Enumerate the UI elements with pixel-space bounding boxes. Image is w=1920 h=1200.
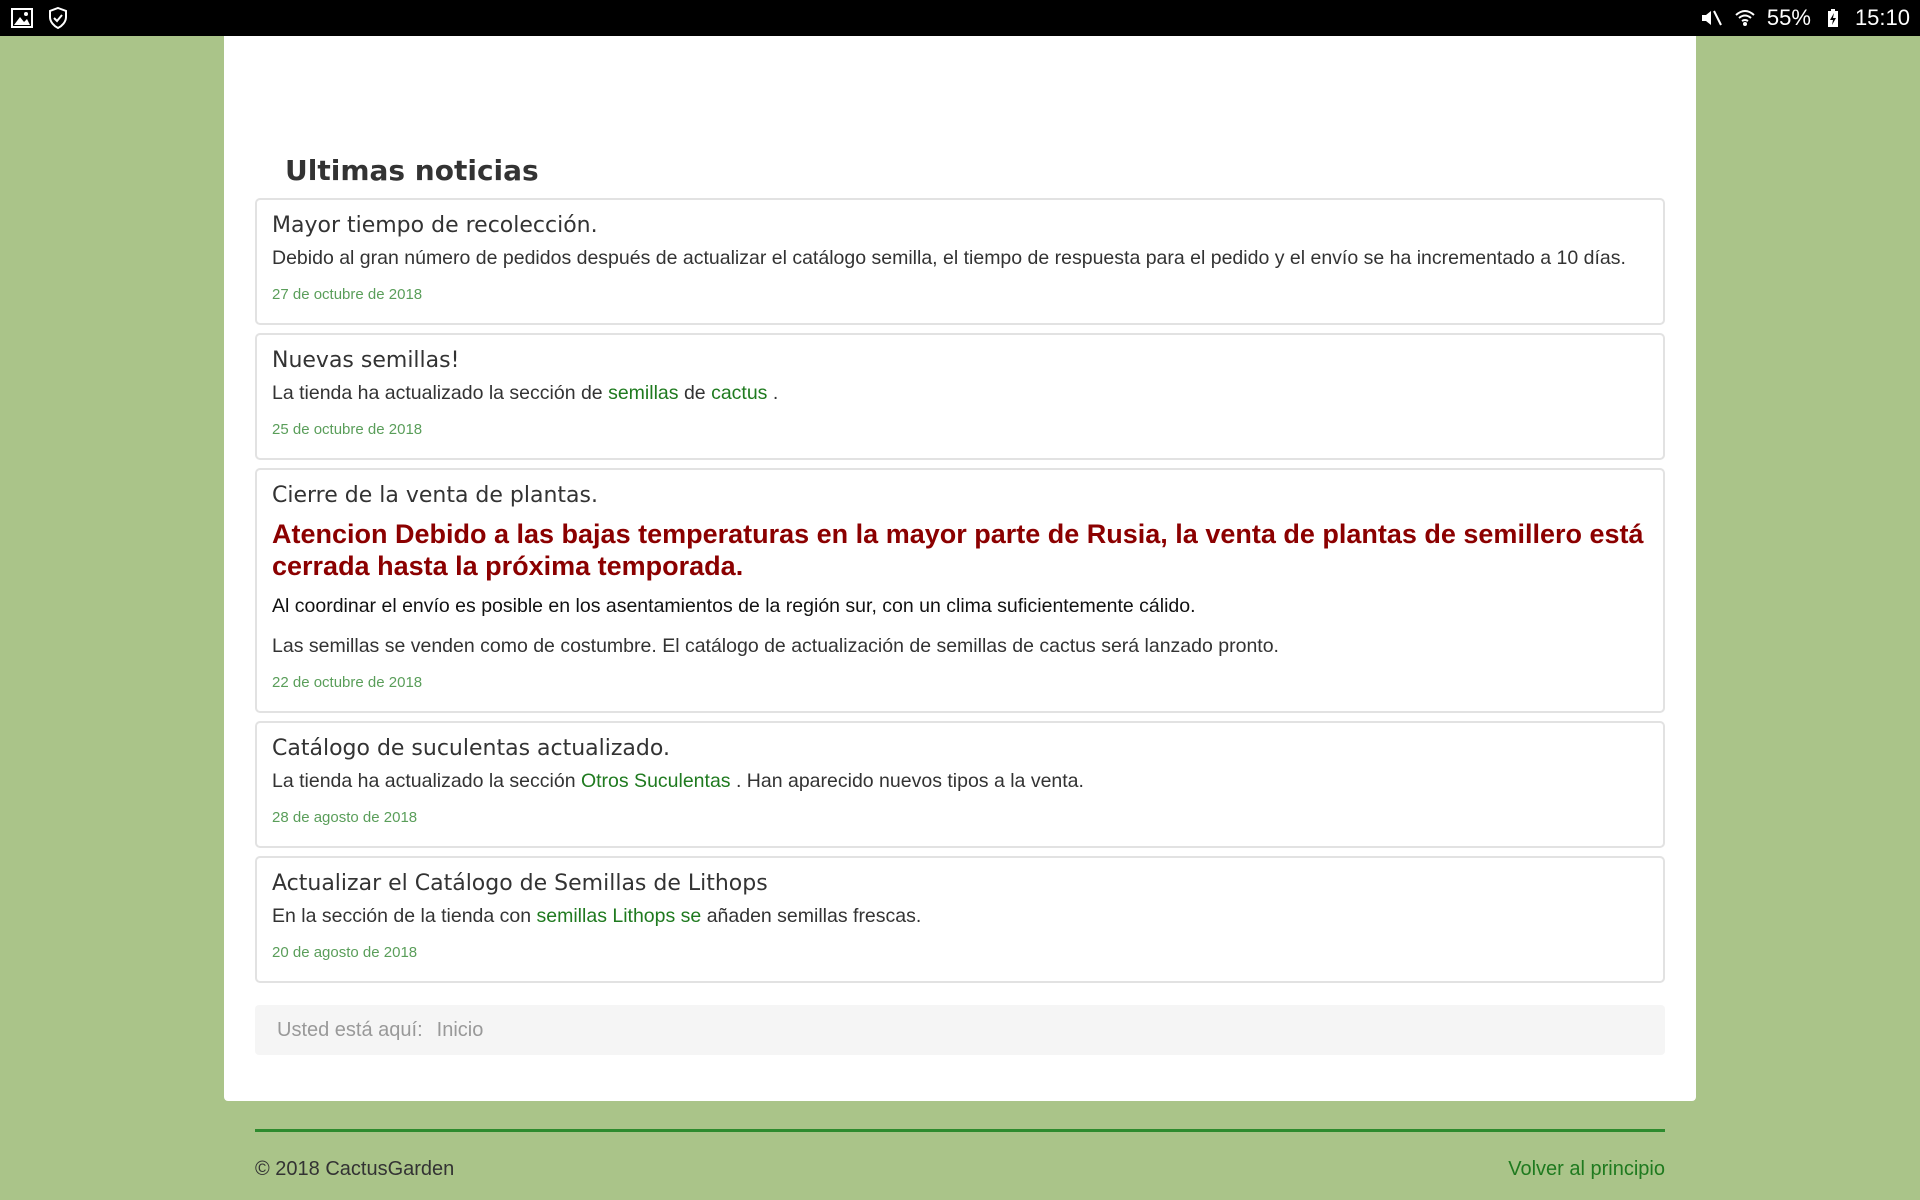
mute-icon — [1699, 6, 1723, 30]
news-text: . Han aparecido nuevos tipos a la venta. — [735, 770, 1084, 792]
news-date: 28 de agosto de 2018 — [272, 809, 418, 826]
battery-charging-icon — [1821, 6, 1845, 30]
news-title: Actualizar el Catálogo de Semillas de Li… — [272, 871, 768, 896]
news-date: 27 de octubre de 2018 — [272, 286, 423, 303]
news-item: Cierre de la venta de plantas. Atencion … — [255, 468, 1665, 713]
wifi-icon — [1733, 6, 1757, 30]
news-body: Debido al gran número de pedidos después… — [272, 247, 1626, 269]
link-semillas[interactable]: semillas — [608, 382, 678, 404]
back-to-top-link[interactable]: Volver al principio — [1508, 1158, 1665, 1181]
status-bar: 55% 15:10 — [0, 0, 1920, 36]
image-icon — [10, 6, 34, 30]
news-body: Las semillas se venden como de costumbre… — [272, 635, 1279, 657]
news-body: En la sección de la tienda con semillas … — [272, 902, 1648, 930]
news-item: Actualizar el Catálogo de Semillas de Li… — [255, 856, 1665, 983]
main-content: Ultimas noticias Mayor tiempo de recolec… — [224, 36, 1696, 1101]
link-semillas-lithops[interactable]: semillas Lithops se — [537, 905, 702, 927]
link-otros-suculentas[interactable]: Otros Suculentas — [581, 770, 731, 792]
shield-check-icon — [46, 6, 70, 30]
news-title: Mayor tiempo de recolección. — [272, 213, 598, 238]
news-item: Nuevas semillas! La tienda ha actualizad… — [255, 333, 1665, 460]
news-text: . — [772, 382, 779, 404]
news-title: Nuevas semillas! — [272, 348, 460, 373]
news-text: En la sección de la tienda con — [272, 905, 532, 927]
news-item: Catálogo de suculentas actualizado. La t… — [255, 721, 1665, 848]
link-cactus[interactable]: cactus — [711, 382, 767, 404]
clock: 15:10 — [1854, 5, 1910, 30]
news-body: La tienda ha actualizado la sección Otro… — [272, 767, 1648, 795]
news-title: Cierre de la venta de plantas. — [272, 483, 598, 508]
battery-percent: 55% — [1766, 5, 1811, 30]
breadcrumb: Usted está aquí: Inicio — [255, 1005, 1665, 1055]
section-title: Ultimas noticias — [285, 154, 539, 187]
news-date: 22 de octubre de 2018 — [272, 674, 423, 691]
news-alert: Atencion Debido a las bajas temperaturas… — [272, 519, 1644, 581]
news-date: 20 de agosto de 2018 — [272, 944, 418, 961]
news-text: de — [683, 382, 706, 404]
news-date: 25 de octubre de 2018 — [272, 421, 423, 438]
news-item: Mayor tiempo de recolección. Debido al g… — [255, 198, 1665, 325]
news-text: La tienda ha actualizado la sección de — [272, 382, 603, 404]
news-body: Al coordinar el envío es posible en los … — [272, 595, 1196, 617]
news-text: añaden semillas frescas. — [706, 905, 922, 927]
footer-divider — [255, 1129, 1665, 1132]
footer-copyright: © 2018 CactusGarden — [255, 1158, 455, 1180]
breadcrumb-label: Usted está aquí: — [277, 1018, 423, 1041]
news-title: Catálogo de suculentas actualizado. — [272, 736, 670, 761]
news-list: Mayor tiempo de recolección. Debido al g… — [255, 198, 1665, 983]
news-body: La tienda ha actualizado la sección de s… — [272, 379, 1648, 407]
breadcrumb-current: Inicio — [436, 1018, 484, 1041]
news-text: La tienda ha actualizado la sección — [272, 770, 576, 792]
